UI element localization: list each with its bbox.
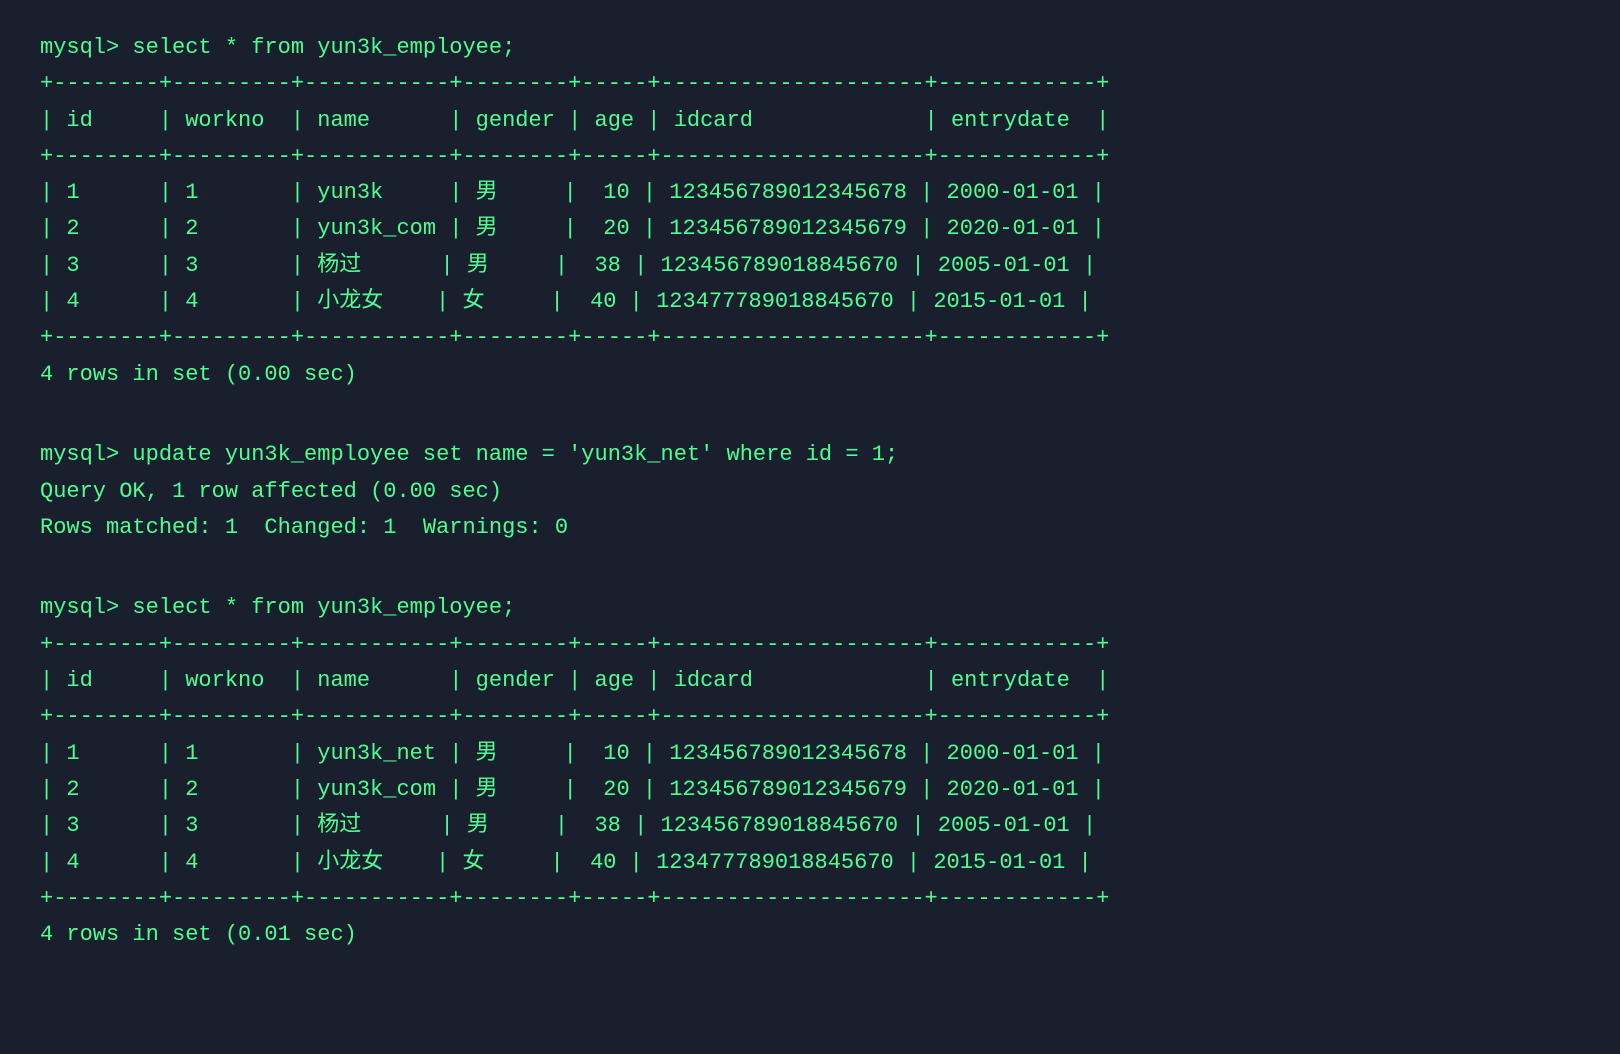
block3-row-0: | 1 | 1 | yun3k_net | 男 | 10 | 123456789… bbox=[40, 736, 1580, 772]
block3-row-1: | 2 | 2 | yun3k_com | 男 | 20 | 123456789… bbox=[40, 772, 1580, 808]
block1-command: mysql> select * from yun3k_employee; bbox=[40, 30, 1580, 66]
block3-result: 4 rows in set (0.01 sec) bbox=[40, 917, 1580, 953]
block2-section: mysql> update yun3k_employee set name = … bbox=[40, 437, 1580, 546]
empty-line-2 bbox=[40, 554, 1580, 590]
block3-sep1: +--------+---------+-----------+--------… bbox=[40, 627, 1580, 663]
block2-line1: Query OK, 1 row affected (0.00 sec) bbox=[40, 474, 1580, 510]
block3-header: | id | workno | name | gender | age | id… bbox=[40, 663, 1580, 699]
block3-section: mysql> select * from yun3k_employee; +--… bbox=[40, 590, 1580, 953]
block1-row-2: | 3 | 3 | 杨过 | 男 | 38 | 1234567890188456… bbox=[40, 248, 1580, 284]
block1-row-3: | 4 | 4 | 小龙女 | 女 | 40 | 123477789018845… bbox=[40, 284, 1580, 320]
block1-sep1: +--------+---------+-----------+--------… bbox=[40, 66, 1580, 102]
block2-command: mysql> update yun3k_employee set name = … bbox=[40, 437, 1580, 473]
block1-row-1: | 2 | 2 | yun3k_com | 男 | 20 | 123456789… bbox=[40, 211, 1580, 247]
block3-row-2: | 3 | 3 | 杨过 | 男 | 38 | 1234567890188456… bbox=[40, 808, 1580, 844]
block1-sep3: +--------+---------+-----------+--------… bbox=[40, 320, 1580, 356]
block3-command: mysql> select * from yun3k_employee; bbox=[40, 590, 1580, 626]
block1-header: | id | workno | name | gender | age | id… bbox=[40, 103, 1580, 139]
block3-row-3: | 4 | 4 | 小龙女 | 女 | 40 | 123477789018845… bbox=[40, 845, 1580, 881]
block3-sep2: +--------+---------+-----------+--------… bbox=[40, 699, 1580, 735]
block3-sep3: +--------+---------+-----------+--------… bbox=[40, 881, 1580, 917]
block2-line2: Rows matched: 1 Changed: 1 Warnings: 0 bbox=[40, 510, 1580, 546]
terminal: mysql> select * from yun3k_employee; +--… bbox=[40, 30, 1580, 953]
block1-result: 4 rows in set (0.00 sec) bbox=[40, 357, 1580, 393]
empty-line-1 bbox=[40, 401, 1580, 437]
block1-sep2: +--------+---------+-----------+--------… bbox=[40, 139, 1580, 175]
block1-section: mysql> select * from yun3k_employee; +--… bbox=[40, 30, 1580, 393]
block1-row-0: | 1 | 1 | yun3k | 男 | 10 | 1234567890123… bbox=[40, 175, 1580, 211]
